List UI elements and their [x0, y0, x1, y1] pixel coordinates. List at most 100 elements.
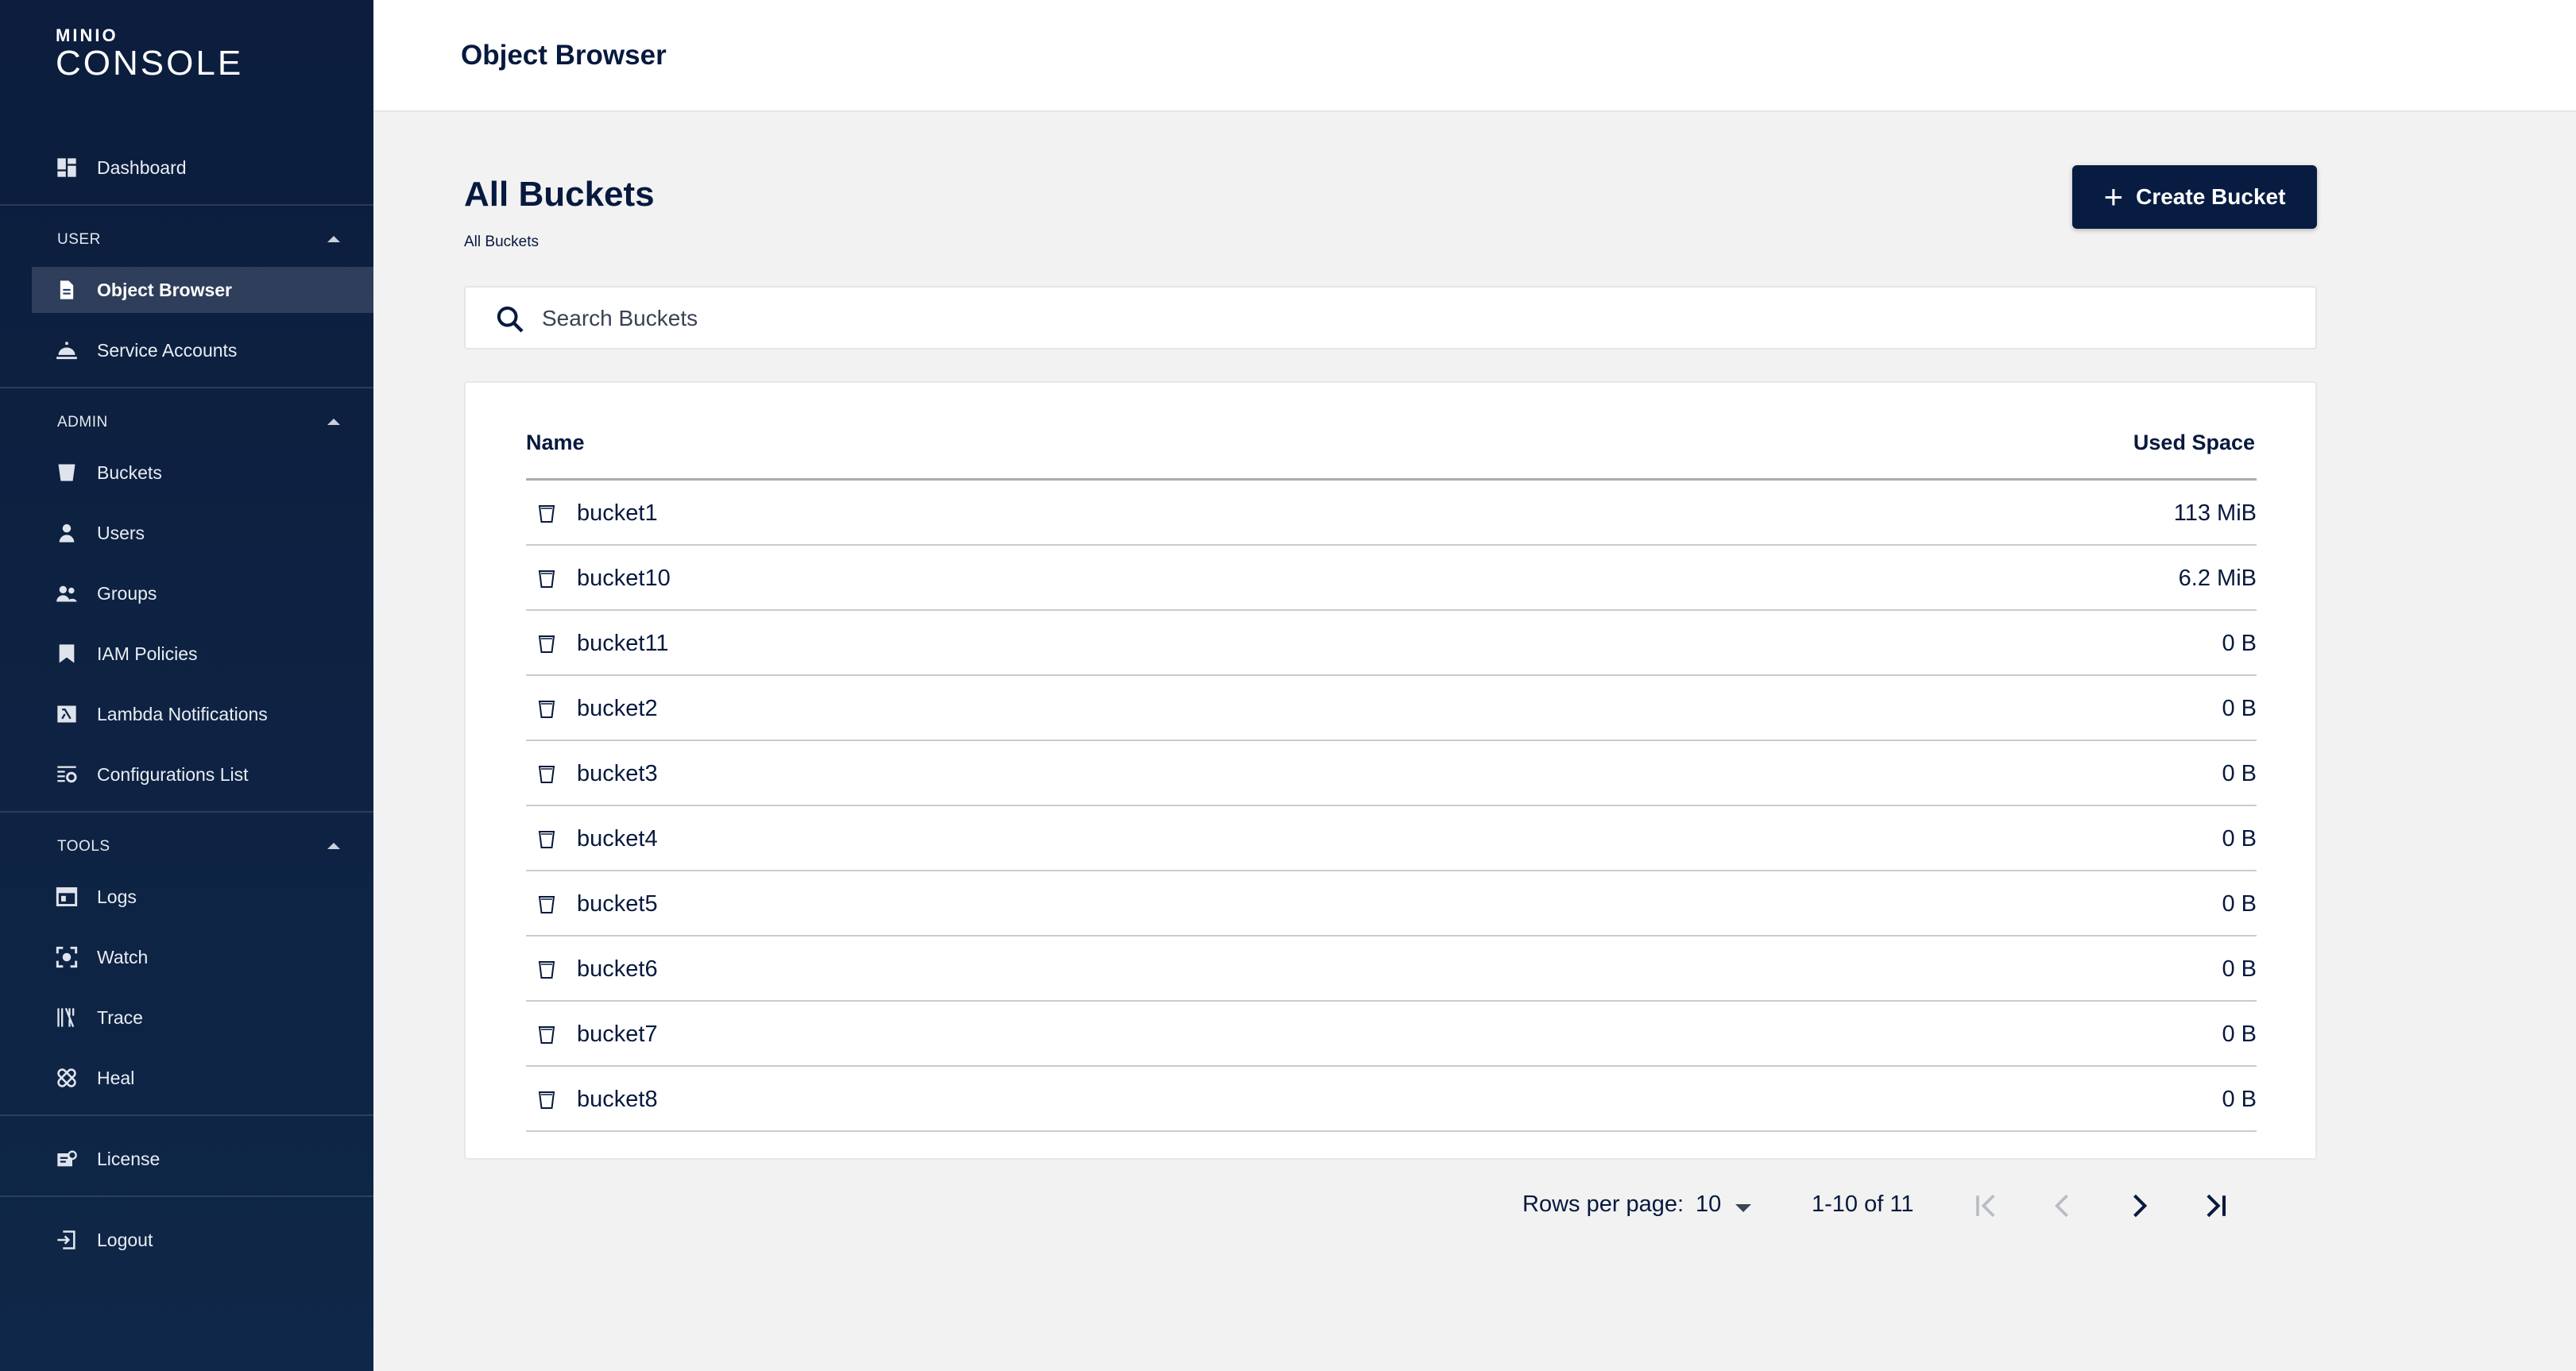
bucket-name[interactable]: bucket11 [577, 631, 669, 657]
bucket-name[interactable]: bucket8 [577, 1087, 658, 1113]
bucket-name[interactable]: bucket5 [577, 891, 658, 917]
bucket-name[interactable]: bucket2 [577, 696, 658, 722]
license-icon [56, 1148, 78, 1170]
bucket-name[interactable]: bucket1 [577, 500, 658, 527]
sidebar-item-iam-policies[interactable]: IAM Policies [32, 631, 373, 677]
sidebar-item-lambda-notifications[interactable]: Lambda Notifications [32, 691, 373, 737]
collapse-user-caret-icon[interactable] [327, 236, 340, 242]
sidebar-divider [0, 811, 373, 813]
sidebar-item-label: License [97, 1148, 161, 1169]
bucket-used-space: 0 B [2222, 826, 2257, 852]
breadcrumb[interactable]: All Buckets [464, 234, 539, 251]
bucket-used-space: 113 MiB [2173, 500, 2257, 526]
sidebar-item-heal[interactable]: Heal [32, 1055, 373, 1101]
table-row[interactable]: bucket2 0 B [526, 676, 2257, 741]
bucket-name[interactable]: bucket4 [577, 826, 658, 852]
sidebar-item-object-browser[interactable]: Object Browser [32, 267, 373, 313]
column-header-used-space[interactable]: Used Space [2133, 431, 2255, 455]
table-row[interactable]: bucket5 0 B [526, 871, 2257, 937]
sidebar-item-trace[interactable]: Trace [32, 994, 373, 1041]
sidebar-item-logs[interactable]: Logs [32, 874, 373, 920]
page-title: Object Browser [461, 40, 667, 71]
first-page-icon[interactable] [1969, 1188, 2004, 1223]
bucket-used-space: 0 B [2222, 1021, 2257, 1047]
section-title-tools: TOOLS [57, 838, 110, 855]
bucket-used-space: 0 B [2222, 1087, 2257, 1112]
sidebar-item-dashboard[interactable]: Dashboard [32, 145, 373, 191]
sidebar-item-groups[interactable]: Groups [32, 570, 373, 616]
table-row[interactable]: bucket4 0 B [526, 806, 2257, 871]
table-row[interactable]: bucket3 0 B [526, 741, 2257, 806]
sidebar-item-license[interactable]: License [32, 1136, 373, 1182]
collapse-tools-caret-icon[interactable] [327, 843, 340, 849]
sidebar-item-label: Groups [97, 582, 157, 604]
chevron-down-icon[interactable] [1735, 1204, 1751, 1212]
service-bell-icon [56, 339, 78, 361]
bucket-name[interactable]: bucket10 [577, 566, 671, 592]
bucket-icon [537, 504, 556, 524]
bucket-icon [537, 569, 556, 589]
rows-per-page-label: Rows per page: [1522, 1191, 1684, 1217]
minio-console-logo[interactable]: MINIO CONSOLE [56, 27, 243, 83]
rows-per-page-select[interactable]: 10 [1696, 1191, 1721, 1218]
table-row[interactable]: bucket7 0 B [526, 1002, 2257, 1067]
table-row[interactable]: bucket1 113 MiB [526, 481, 2257, 546]
plus-icon: + [2103, 178, 2124, 215]
watch-icon [56, 946, 78, 968]
bucket-name[interactable]: bucket3 [577, 761, 658, 787]
sidebar-item-label: Logs [97, 886, 137, 907]
next-page-icon[interactable] [2122, 1188, 2156, 1223]
section-title-user: USER [57, 231, 101, 248]
table-row[interactable]: bucket8 0 B [526, 1067, 2257, 1132]
top-header: Object Browser [373, 0, 2576, 112]
bucket-icon [537, 699, 556, 720]
bucket-used-space: 0 B [2222, 696, 2257, 721]
previous-page-icon[interactable] [2045, 1188, 2080, 1223]
logout-icon [56, 1229, 78, 1251]
sidebar-item-label: Service Accounts [97, 339, 238, 361]
bucket-name[interactable]: bucket6 [577, 956, 658, 983]
sidebar-item-users[interactable]: Users [32, 510, 373, 556]
search-bar [464, 286, 2317, 350]
table-row[interactable]: bucket10 6.2 MiB [526, 546, 2257, 611]
bucket-icon [537, 894, 556, 915]
sidebar-item-label: Logout [97, 1229, 153, 1250]
buckets-table: Name Used Space bucket1 113 MiB bucket10 6.… [464, 381, 2317, 1160]
sidebar-item-label: Lambda Notifications [97, 703, 268, 724]
sidebar-item-label: Object Browser [97, 279, 232, 300]
sidebar-item-service-accounts[interactable]: Service Accounts [32, 327, 373, 373]
heal-icon [56, 1067, 78, 1089]
bucket-used-space: 6.2 MiB [2178, 566, 2257, 591]
table-row[interactable]: bucket6 0 B [526, 937, 2257, 1002]
column-header-name[interactable]: Name [526, 431, 585, 455]
logo-brand-big: CONSOLE [56, 44, 244, 83]
last-page-icon[interactable] [2198, 1188, 2233, 1223]
trace-icon [56, 1006, 78, 1029]
create-bucket-button[interactable]: + Create Bucket [2072, 165, 2317, 229]
bookmark-icon [56, 643, 78, 665]
bucket-icon [537, 1090, 556, 1110]
sidebar-divider [0, 204, 373, 206]
table-row[interactable]: bucket11 0 B [526, 611, 2257, 676]
document-icon [56, 279, 78, 301]
create-bucket-label: Create Bucket [2136, 184, 2286, 209]
sidebar-divider [0, 1195, 373, 1197]
config-list-icon [56, 763, 78, 786]
sidebar-item-logout[interactable]: Logout [32, 1217, 373, 1263]
bucket-used-space: 0 B [2222, 631, 2257, 656]
bucket-icon [56, 462, 78, 484]
search-input[interactable] [542, 300, 2290, 337]
sidebar-item-buckets[interactable]: Buckets [32, 450, 373, 496]
sidebar: MINIO CONSOLE Dashboard USER Object Brow… [0, 0, 373, 1371]
pagination-range: 1-10 of 11 [1812, 1191, 1914, 1217]
bucket-used-space: 0 B [2222, 956, 2257, 982]
sidebar-item-label: Heal [97, 1067, 135, 1088]
bucket-icon [537, 764, 556, 785]
bucket-used-space: 0 B [2222, 761, 2257, 786]
user-icon [56, 522, 78, 544]
bucket-name[interactable]: bucket7 [577, 1021, 658, 1048]
bucket-icon [537, 829, 556, 850]
sidebar-item-configurations-list[interactable]: Configurations List [32, 751, 373, 797]
collapse-admin-caret-icon[interactable] [327, 419, 340, 425]
sidebar-item-watch[interactable]: Watch [32, 934, 373, 980]
